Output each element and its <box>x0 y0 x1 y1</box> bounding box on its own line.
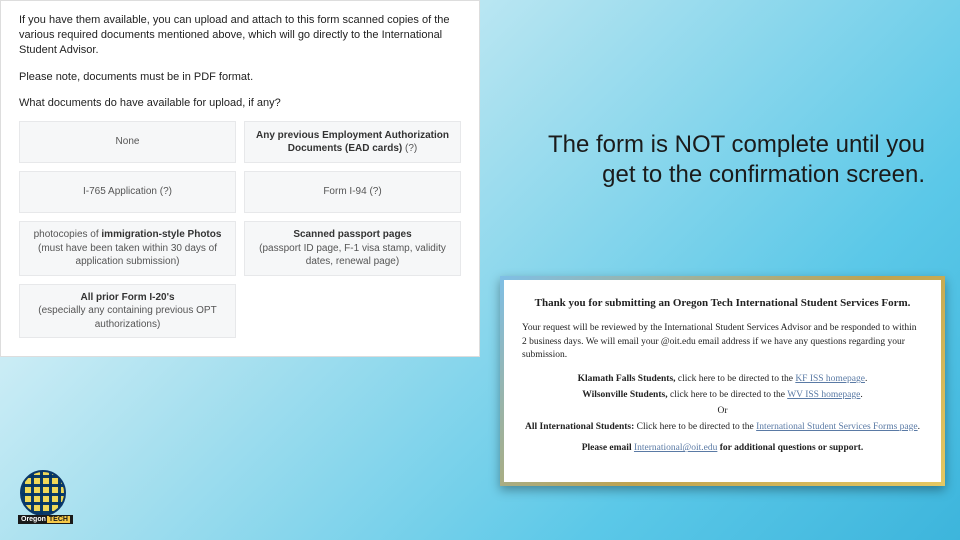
support-email-link[interactable]: International@oit.edu <box>634 443 717 453</box>
option-label: Scanned passport pages (passport ID page… <box>253 228 452 269</box>
form-note: Please note, documents must be in PDF fo… <box>19 70 461 85</box>
form-intro-text: If you have them available, you can uplo… <box>19 13 461 58</box>
confirmation-screenshot: Thank you for submitting an Oregon Tech … <box>500 276 945 486</box>
logo-text: OregonTECH <box>18 515 73 524</box>
option-none[interactable]: None <box>19 121 236 163</box>
wv-line: Wilsonville Students, click here to be d… <box>522 389 923 403</box>
option-i94[interactable]: Form I-94 (?) <box>244 171 461 213</box>
forms-page-link[interactable]: International Student Services Forms pag… <box>756 422 917 432</box>
or-line: Or <box>522 405 923 419</box>
option-label: Any previous Employment Authorization Do… <box>253 129 452 156</box>
kf-iss-link[interactable]: KF ISS homepage <box>795 374 865 384</box>
confirmation-content: Thank you for submitting an Oregon Tech … <box>504 280 941 482</box>
option-label: I-765 Application (?) <box>83 185 172 199</box>
option-i20[interactable]: All prior Form I-20's (especially any co… <box>19 284 236 339</box>
kf-line: Klamath Falls Students, click here to be… <box>522 373 923 387</box>
option-label: All prior Form I-20's (especially any co… <box>28 291 227 332</box>
globe-icon <box>20 470 66 516</box>
option-label: Form I-94 (?) <box>323 185 381 199</box>
option-photos[interactable]: photocopies of immigration-style Photos … <box>19 221 236 276</box>
wv-iss-link[interactable]: WV ISS homepage <box>787 390 860 400</box>
oregon-tech-logo: OregonTECH <box>18 470 70 522</box>
completion-callout: The form is NOT complete until you get t… <box>525 130 925 190</box>
option-label: photocopies of immigration-style Photos … <box>28 228 227 269</box>
email-line: Please email International@oit.edu for a… <box>522 442 923 456</box>
all-line: All International Students: Click here t… <box>522 421 923 435</box>
option-label: None <box>116 135 140 149</box>
upload-form-panel: If you have them available, you can uplo… <box>0 0 480 357</box>
confirmation-heading: Thank you for submitting an Oregon Tech … <box>522 296 923 312</box>
option-ead[interactable]: Any previous Employment Authorization Do… <box>244 121 461 163</box>
option-passport[interactable]: Scanned passport pages (passport ID page… <box>244 221 461 276</box>
form-question: What documents do have available for upl… <box>19 96 461 111</box>
document-options-grid: None Any previous Employment Authorizati… <box>19 121 461 338</box>
confirmation-body: Your request will be reviewed by the Int… <box>522 322 923 363</box>
option-i765[interactable]: I-765 Application (?) <box>19 171 236 213</box>
